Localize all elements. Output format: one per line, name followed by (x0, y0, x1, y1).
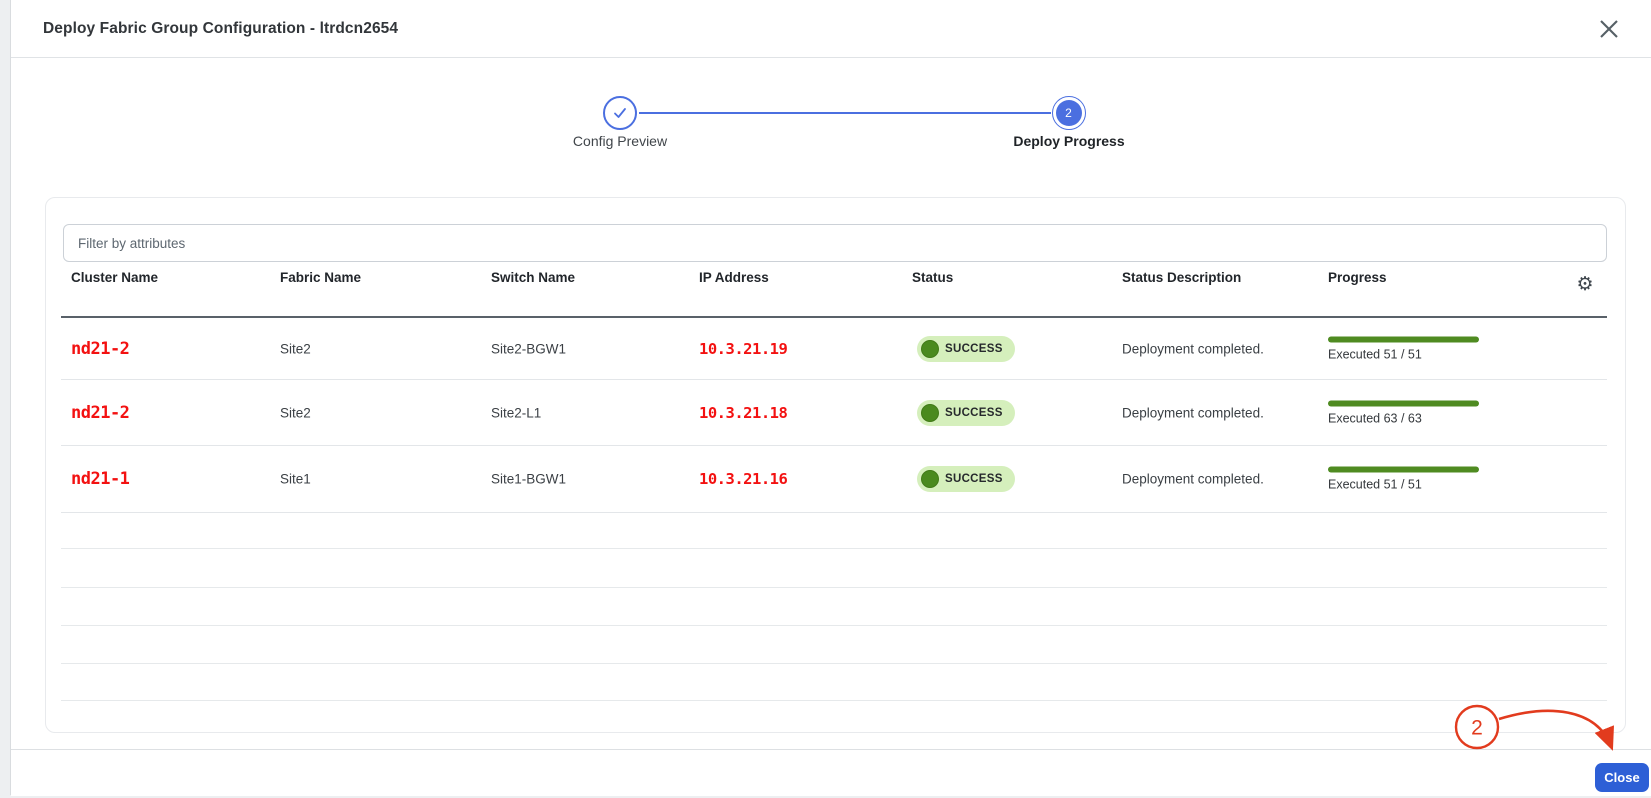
empty-row-divider (61, 625, 1607, 626)
col-header-status-description[interactable]: Status Description (1122, 270, 1241, 285)
status-badge-label: SUCCESS (945, 473, 1003, 485)
table-row[interactable]: nd21-1 Site1 Site1-BGW1 10.3.21.16 SUCCE… (61, 446, 1607, 513)
status-description-cell: Deployment completed. (1122, 341, 1264, 356)
progress-bar (1328, 400, 1479, 406)
progress-cell: Executed 51 / 51 (1328, 336, 1479, 361)
status-dot-icon (921, 340, 939, 358)
status-badge-label: SUCCESS (945, 407, 1003, 419)
switch-name-cell: Site2-L1 (491, 405, 541, 420)
status-badge: SUCCESS (917, 466, 1015, 492)
status-description-cell: Deployment completed. (1122, 472, 1264, 487)
step-2-number: 2 (1056, 100, 1082, 126)
status-description-cell: Deployment completed. (1122, 405, 1264, 420)
dialog-header: Deploy Fabric Group Configuration - ltrd… (11, 0, 1651, 58)
progress-label: Executed 63 / 63 (1328, 411, 1479, 425)
switch-name-cell: Site1-BGW1 (491, 472, 566, 487)
empty-row-divider (61, 700, 1607, 701)
progress-bar (1328, 336, 1479, 342)
fabric-name-cell: Site2 (280, 405, 311, 420)
status-badge: SUCCESS (917, 336, 1015, 362)
ip-address-cell: 10.3.21.16 (699, 470, 787, 488)
switch-name-cell: Site2-BGW1 (491, 341, 566, 356)
empty-row-divider (61, 587, 1607, 588)
ip-address-cell: 10.3.21.19 (699, 340, 787, 358)
col-header-status[interactable]: Status (912, 270, 953, 285)
dialog-title: Deploy Fabric Group Configuration - ltrd… (43, 0, 398, 57)
step-1-label: Config Preview (500, 133, 740, 149)
check-icon (611, 104, 629, 122)
progress-label: Executed 51 / 51 (1328, 347, 1479, 361)
gear-icon[interactable]: ⚙ (1573, 272, 1597, 296)
status-cell: SUCCESS (917, 400, 1015, 426)
dialog-footer: Close (11, 749, 1651, 796)
deploy-config-dialog: Deploy Fabric Group Configuration - ltrd… (10, 0, 1651, 795)
status-badge: SUCCESS (917, 400, 1015, 426)
table-row[interactable]: nd21-2 Site2 Site2-L1 10.3.21.18 SUCCESS… (61, 380, 1607, 446)
x-icon (1598, 18, 1620, 40)
col-header-cluster-name[interactable]: Cluster Name (71, 270, 158, 285)
progress-bar (1328, 467, 1479, 473)
filter-input[interactable] (63, 224, 1607, 262)
status-cell: SUCCESS (917, 466, 1015, 492)
cluster-name-cell: nd21-2 (71, 403, 129, 423)
empty-row-divider (61, 663, 1607, 664)
step-2-deploy-progress-circle[interactable]: 2 (1052, 96, 1086, 130)
status-badge-label: SUCCESS (945, 343, 1003, 355)
col-header-switch-name[interactable]: Switch Name (491, 270, 575, 285)
cluster-name-cell: nd21-1 (71, 469, 129, 489)
col-header-ip-address[interactable]: IP Address (699, 270, 769, 285)
ip-address-cell: 10.3.21.18 (699, 404, 787, 422)
cluster-name-cell: nd21-2 (71, 339, 129, 359)
table-row[interactable]: nd21-2 Site2 Site2-BGW1 10.3.21.19 SUCCE… (61, 318, 1607, 380)
status-cell: SUCCESS (917, 336, 1015, 362)
progress-label: Executed 51 / 51 (1328, 478, 1479, 492)
progress-cell: Executed 63 / 63 (1328, 400, 1479, 425)
table-header-row: Cluster Name Fabric Name Switch Name IP … (11, 262, 1651, 316)
step-2-label: Deploy Progress (949, 133, 1189, 149)
close-button[interactable]: Close (1595, 763, 1649, 792)
status-dot-icon (921, 404, 939, 422)
stepper-connector (639, 112, 1051, 114)
fabric-name-cell: Site2 (280, 341, 311, 356)
step-1-config-preview-circle[interactable] (603, 96, 637, 130)
empty-row-divider (61, 548, 1607, 549)
fabric-name-cell: Site1 (280, 472, 311, 487)
col-header-fabric-name[interactable]: Fabric Name (280, 270, 361, 285)
progress-cell: Executed 51 / 51 (1328, 467, 1479, 492)
status-dot-icon (921, 470, 939, 488)
col-header-progress[interactable]: Progress (1328, 270, 1387, 285)
close-icon[interactable] (1597, 17, 1621, 41)
